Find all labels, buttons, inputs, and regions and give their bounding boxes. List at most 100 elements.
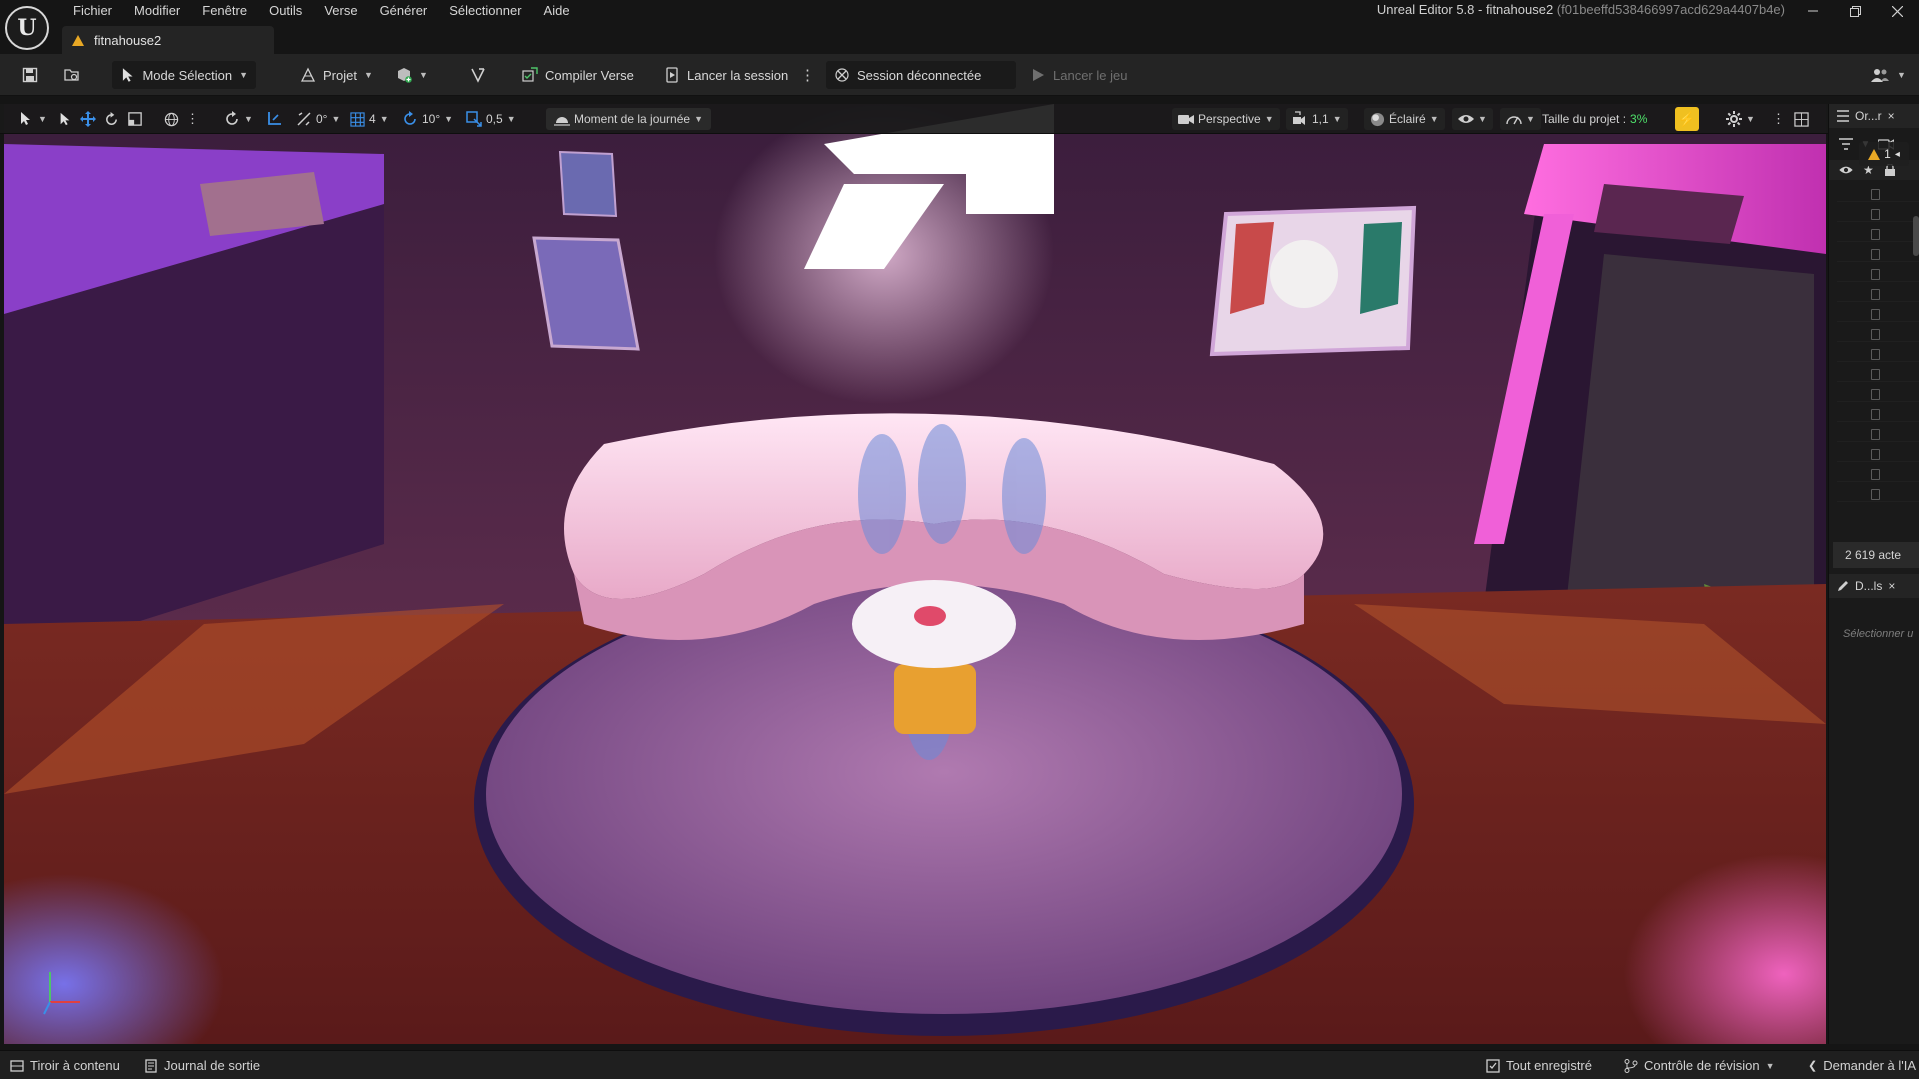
angle-snap[interactable]: 10° ▼ [402, 108, 453, 130]
camera-icon [1178, 115, 1194, 124]
chevron-down-icon: ▼ [1765, 1060, 1775, 1071]
grid-snap[interactable]: 4 ▼ [350, 108, 389, 130]
list-item[interactable] [1837, 446, 1919, 462]
tab-outliner[interactable]: Or...r × [1829, 104, 1919, 128]
translate-tool[interactable] [80, 108, 96, 130]
filter-icon[interactable] [1839, 138, 1853, 150]
snap-toggle[interactable] [266, 108, 282, 130]
select-mode-dropdown[interactable]: ▼ [18, 108, 47, 130]
revision-control-dropdown[interactable]: Contrôle de révision ▼ [1624, 1055, 1775, 1076]
list-item[interactable] [1837, 386, 1919, 402]
menu-generer[interactable]: Générer [369, 0, 439, 22]
tab-fitnahouse2[interactable]: fitnahouse2 [62, 26, 274, 54]
restore-button[interactable] [1835, 0, 1875, 22]
add-content-button[interactable]: ▼ [388, 61, 436, 89]
scale-snap-icon [466, 111, 482, 127]
grid-snap-value: 4 [369, 112, 376, 126]
gear-icon [1726, 111, 1742, 127]
chevron-down-icon: ▼ [1746, 114, 1755, 124]
verse-icon [471, 68, 485, 83]
list-item[interactable] [1837, 186, 1919, 202]
show-flags-dropdown[interactable]: ▼ [1452, 108, 1493, 130]
viewport-toolbar: ▼ ⋮ ▼ 0° ▼ 4 ▼ 10° ▼ 0,5 ▼ Moment de la … [0, 104, 1828, 134]
project-size-value: 3% [1630, 112, 1648, 126]
launch-session-button[interactable]: Lancer la session [656, 61, 796, 89]
time-of-day-dropdown[interactable]: Moment de la journée ▼ [546, 108, 711, 130]
list-item[interactable] [1837, 286, 1919, 302]
session-options-button[interactable]: ⋮ [796, 61, 819, 89]
realtime-toggle[interactable]: ⚡ [1675, 107, 1699, 131]
actor-icon [1871, 409, 1880, 420]
users-button[interactable]: ▼ [1862, 61, 1914, 89]
ask-ai-button[interactable]: ❮ Demander à l'IA [1808, 1055, 1916, 1076]
menu-selectionner[interactable]: Sélectionner [438, 0, 532, 22]
outliner-scrollbar[interactable] [1913, 216, 1919, 256]
menu-aide[interactable]: Aide [533, 0, 581, 22]
save-button[interactable] [14, 61, 46, 89]
list-item[interactable] [1837, 266, 1919, 282]
mannequin-1 [858, 434, 906, 554]
list-item[interactable] [1837, 426, 1919, 442]
compile-verse-button[interactable]: Compiler Verse [514, 61, 642, 89]
camera-speed-dropdown[interactable]: 1,1 ▼ [1286, 108, 1348, 130]
content-drawer-button[interactable]: Tiroir à contenu [10, 1055, 120, 1076]
list-item[interactable] [1837, 226, 1919, 242]
project-button[interactable]: Projet ▼ [292, 61, 381, 89]
minimize-button[interactable] [1793, 0, 1833, 22]
level-viewport[interactable] [4, 104, 1826, 1044]
tab-details[interactable]: D...ls × [1829, 574, 1919, 598]
surface-snap-dropdown[interactable]: ▼ [224, 108, 253, 130]
world-space-toggle[interactable] [164, 108, 179, 130]
restore-icon [1849, 5, 1861, 17]
viewport-settings-dropdown[interactable]: ▼ [1726, 108, 1755, 130]
more-transform-options[interactable]: ⋮ [186, 108, 199, 130]
close-icon[interactable]: × [1888, 109, 1895, 123]
chevron-down-icon: ▼ [363, 70, 373, 80]
close-icon[interactable]: × [1888, 579, 1895, 593]
ask-ai-label: Demander à l'IA [1823, 1058, 1917, 1073]
visibility-icon[interactable] [1839, 165, 1853, 175]
list-item[interactable] [1837, 366, 1919, 382]
save-all-status[interactable]: Tout enregistré [1486, 1055, 1592, 1076]
rotate-tool[interactable] [104, 108, 119, 130]
folder-search-icon [64, 69, 79, 81]
close-button[interactable] [1877, 0, 1917, 22]
layout-button[interactable] [1794, 108, 1809, 130]
viewport-warnings-badge[interactable]: 1 ◂ [1859, 142, 1909, 166]
list-item[interactable] [1837, 486, 1919, 502]
rotation-snap[interactable]: 0° ▼ [296, 108, 340, 130]
session-status[interactable]: Session déconnectée [826, 61, 1016, 89]
window-title-hash: (f01beeffd538466997acd629a4407b4e) [1556, 2, 1785, 17]
mode-select-dropdown[interactable]: Mode Sélection ▼ [112, 61, 256, 89]
menu-fenetre[interactable]: Fenêtre [191, 0, 258, 22]
scene-render[interactable] [4, 104, 1826, 1044]
menu-verse[interactable]: Verse [313, 0, 368, 22]
actor-icon [1871, 209, 1880, 220]
chevron-left-icon: ◂ [1894, 148, 1900, 160]
unreal-logo[interactable]: U [5, 6, 49, 50]
menu-modifier[interactable]: Modifier [123, 0, 191, 22]
list-item[interactable] [1837, 346, 1919, 362]
list-item[interactable] [1837, 406, 1919, 422]
browse-button[interactable] [56, 61, 88, 89]
view-mode-dropdown[interactable]: Éclairé ▼ [1364, 108, 1445, 130]
disconnected-icon [835, 68, 849, 82]
verse-button[interactable] [462, 61, 494, 89]
viewport-options-button[interactable]: ⋮ [1772, 108, 1785, 130]
output-log-button[interactable]: Journal de sortie [144, 1055, 260, 1076]
list-item[interactable] [1837, 246, 1919, 262]
list-item[interactable] [1837, 206, 1919, 222]
more-vertical-icon: ⋮ [800, 66, 815, 84]
list-item[interactable] [1837, 466, 1919, 482]
launch-game-button[interactable]: Lancer le jeu [1022, 61, 1135, 89]
scale-tool[interactable] [128, 108, 142, 130]
scale-snap[interactable]: 0,5 ▼ [466, 108, 516, 130]
table-base [894, 664, 976, 734]
list-item[interactable] [1837, 326, 1919, 342]
perspective-dropdown[interactable]: Perspective ▼ [1172, 108, 1280, 130]
select-tool[interactable] [58, 108, 72, 130]
performance-dropdown[interactable]: ▼ [1500, 108, 1541, 130]
menu-outils[interactable]: Outils [258, 0, 313, 22]
list-item[interactable] [1837, 306, 1919, 322]
menu-fichier[interactable]: Fichier [62, 0, 123, 22]
